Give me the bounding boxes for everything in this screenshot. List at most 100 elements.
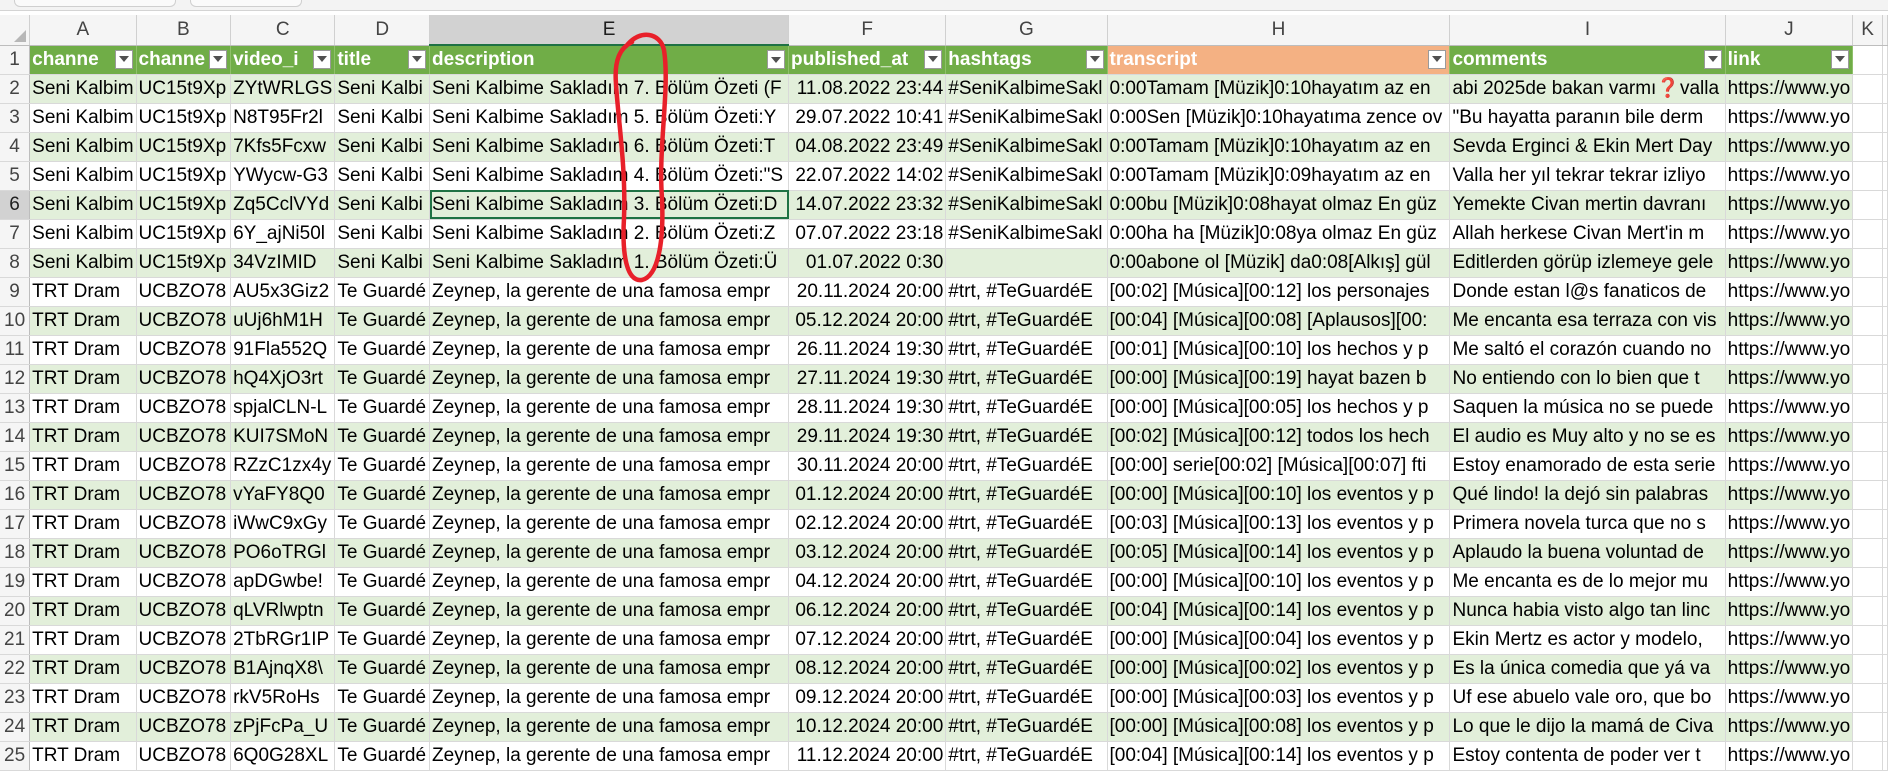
cell-description[interactable]: Seni Kalbime Sakladım 1. Bölüm Özeti:Ü <box>429 248 790 278</box>
cell-transcript[interactable]: 0:00Tamam [Müzik]0:10hayatım az en <box>1107 74 1451 104</box>
cell-comments[interactable]: El audio es Muy alto y no se es <box>1449 422 1726 452</box>
cell-published-at[interactable]: 02.12.2024 20:00 <box>788 509 947 539</box>
cell-channel-title[interactable]: TRT Dram <box>29 654 137 684</box>
row-number[interactable]: 17 <box>0 509 31 539</box>
cell-channel-title[interactable]: TRT Dram <box>29 625 137 655</box>
cell-published-at[interactable]: 26.11.2024 19:30 <box>788 335 947 365</box>
empty-cell[interactable] <box>1882 451 1888 481</box>
cell-title[interactable]: Te Guardé <box>334 306 431 336</box>
cell-link[interactable]: https://www.yo <box>1725 712 1854 742</box>
cell-title[interactable]: Te Guardé <box>334 654 431 684</box>
cell-video-id[interactable]: PO6oTRGl <box>230 538 336 568</box>
cell-link[interactable]: https://www.yo <box>1725 393 1854 423</box>
empty-cell[interactable] <box>1882 654 1888 684</box>
cell-channel-title[interactable]: TRT Dram <box>29 306 137 336</box>
cell-link[interactable]: https://www.yo <box>1725 422 1854 452</box>
cell-transcript[interactable]: 0:00bu [Müzik]0:08hayat olmaz En güz <box>1107 190 1451 220</box>
cell-channel-title[interactable]: TRT Dram <box>29 335 137 365</box>
filter-dropdown-icon[interactable] <box>313 49 332 69</box>
cell-video-id[interactable]: AU5x3Giz2 <box>230 277 336 307</box>
cell-comments[interactable]: Me saltó el corazón cuando no <box>1449 335 1726 365</box>
column-letter-i[interactable]: I <box>1449 15 1726 46</box>
cell-channel-title[interactable]: TRT Dram <box>29 277 137 307</box>
empty-cell[interactable] <box>1852 451 1883 481</box>
column-letter-j[interactable]: J <box>1725 15 1854 46</box>
empty-cell[interactable] <box>1882 248 1888 278</box>
cell-transcript[interactable]: [00:04] [Música][00:14] los eventos y p <box>1107 741 1451 771</box>
cell-published-at[interactable]: 28.11.2024 19:30 <box>788 393 947 423</box>
cell-channel-id[interactable]: UCBZO78 <box>136 422 232 452</box>
cell-channel-title[interactable]: Seni Kalbim <box>29 190 137 220</box>
cell-published-at[interactable]: 01.07.2022 0:30 <box>788 248 947 278</box>
cell-channel-title[interactable]: TRT Dram <box>29 567 137 597</box>
empty-cell[interactable] <box>1882 683 1888 713</box>
cell-link[interactable]: https://www.yo <box>1725 277 1854 307</box>
empty-cell[interactable] <box>1882 132 1888 162</box>
cell-description[interactable]: Zeynep, la gerente de una famosa empr <box>429 596 790 626</box>
cell-hashtags[interactable]: #trt, #TeGuardéE <box>945 451 1108 481</box>
empty-cell[interactable] <box>1882 103 1888 133</box>
row-number[interactable]: 24 <box>0 712 31 742</box>
cell-title[interactable]: Seni Kalbi <box>334 161 431 191</box>
cell-title[interactable]: Te Guardé <box>334 596 431 626</box>
cell-channel-id[interactable]: UCBZO78 <box>136 654 232 684</box>
cell-comments[interactable]: Ekin Mertz es actor y modelo, <box>1449 625 1726 655</box>
cell-description[interactable]: Seni Kalbime Sakladım 5. Bölüm Özeti:Y <box>429 103 790 133</box>
column-letter-e[interactable]: E <box>429 15 790 46</box>
cell-description[interactable]: Zeynep, la gerente de una famosa empr <box>429 538 790 568</box>
cell-channel-title[interactable]: TRT Dram <box>29 480 137 510</box>
cell-transcript[interactable]: [00:00] [Música][00:05] los hechos y p <box>1107 393 1451 423</box>
cell-link[interactable]: https://www.yo <box>1725 74 1854 104</box>
empty-cell[interactable] <box>1852 712 1883 742</box>
select-all-corner[interactable] <box>0 15 31 46</box>
cell-link[interactable]: https://www.yo <box>1725 364 1854 394</box>
cell-description[interactable]: Zeynep, la gerente de una famosa empr <box>429 306 790 336</box>
cell-comments[interactable]: abi 2025de bakan varmı❓valla <box>1449 74 1726 104</box>
cell-published-at[interactable]: 27.11.2024 19:30 <box>788 364 947 394</box>
header-cell-channel-id[interactable]: channe <box>136 45 232 75</box>
cell-comments[interactable]: "Bu hayatta paranın bile derm <box>1449 103 1726 133</box>
cell-title[interactable]: Seni Kalbi <box>334 74 431 104</box>
empty-cell[interactable] <box>1882 277 1888 307</box>
row-number[interactable]: 23 <box>0 683 31 713</box>
column-letter-c[interactable]: C <box>230 15 336 46</box>
cell-hashtags[interactable]: #SeniKalbimeSakl <box>945 219 1108 249</box>
header-cell-title[interactable]: title <box>334 45 431 75</box>
cell-video-id[interactable]: 91Fla552Q <box>230 335 336 365</box>
cell-link[interactable]: https://www.yo <box>1725 596 1854 626</box>
empty-cell[interactable] <box>1852 248 1883 278</box>
cell-channel-id[interactable]: UC15t9Xp <box>136 74 232 104</box>
cell-description[interactable]: Zeynep, la gerente de una famosa empr <box>429 683 790 713</box>
cell-video-id[interactable]: spjalCLN-L <box>230 393 336 423</box>
cell-video-id[interactable]: 6Q0G28XL <box>230 741 336 771</box>
cell-video-id[interactable]: 2TbRGr1IP <box>230 625 336 655</box>
cell-title[interactable]: Seni Kalbi <box>334 219 431 249</box>
cell-comments[interactable]: Nunca habia visto algo tan linc <box>1449 596 1726 626</box>
cell-link[interactable]: https://www.yo <box>1725 538 1854 568</box>
cell-video-id[interactable]: 6Y_ajNi50l <box>230 219 336 249</box>
cell-link[interactable]: https://www.yo <box>1725 103 1854 133</box>
cell-published-at[interactable]: 29.07.2022 10:41 <box>788 103 947 133</box>
cell-comments[interactable]: Estoy enamorado de esta serie <box>1449 451 1726 481</box>
cell-description[interactable]: Seni Kalbime Sakladım 2. Bölüm Özeti:Z <box>429 219 790 249</box>
cell-title[interactable]: Te Guardé <box>334 741 431 771</box>
cell-comments[interactable]: Aplaudo la buena voluntad de <box>1449 538 1726 568</box>
cell-published-at[interactable]: 05.12.2024 20:00 <box>788 306 947 336</box>
cell-channel-title[interactable]: TRT Dram <box>29 712 137 742</box>
cell-channel-id[interactable]: UCBZO78 <box>136 393 232 423</box>
cell-hashtags[interactable]: #trt, #TeGuardéE <box>945 335 1108 365</box>
cell-channel-id[interactable]: UCBZO78 <box>136 596 232 626</box>
cell-title[interactable]: Seni Kalbi <box>334 248 431 278</box>
empty-cell[interactable] <box>1852 219 1883 249</box>
cell-transcript[interactable]: 0:00ha ha [Müzik]0:08ya olmaz En güz <box>1107 219 1451 249</box>
sheet-tab-stub[interactable] <box>14 0 176 7</box>
cell-video-id[interactable]: N8T95Fr2l <box>230 103 336 133</box>
header-cell-hashtags[interactable]: hashtags <box>945 45 1108 75</box>
cell-link[interactable]: https://www.yo <box>1725 683 1854 713</box>
cell-comments[interactable]: Sevda Erginci & Ekin Mert Day <box>1449 132 1726 162</box>
cell-published-at[interactable]: 08.12.2024 20:00 <box>788 654 947 684</box>
cell-video-id[interactable]: YWycw-G3 <box>230 161 336 191</box>
cell-title[interactable]: Seni Kalbi <box>334 190 431 220</box>
cell-channel-title[interactable]: TRT Dram <box>29 538 137 568</box>
cell-description[interactable]: Seni Kalbime Sakladım 3. Bölüm Özeti:D <box>429 190 790 220</box>
